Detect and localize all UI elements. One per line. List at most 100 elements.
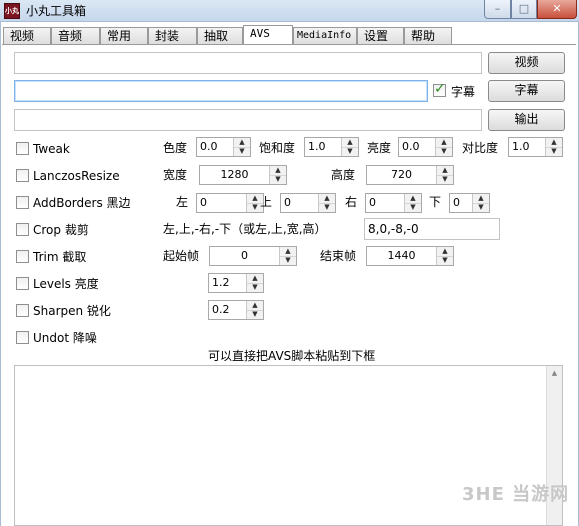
spin-down-icon[interactable]: ▼ — [319, 203, 335, 212]
tab-settings[interactable]: 设置 — [357, 27, 404, 44]
spin-down-icon[interactable]: ▼ — [247, 283, 263, 292]
spin-down-icon[interactable]: ▼ — [342, 147, 358, 156]
output-path-input[interactable] — [14, 109, 482, 131]
scroll-up-icon[interactable]: ▲ — [547, 366, 562, 381]
tab-help[interactable]: 帮助 — [404, 27, 452, 44]
spin-down-icon[interactable]: ▼ — [546, 147, 562, 156]
tab-avs[interactable]: AVS — [243, 25, 293, 45]
spin-down-icon[interactable]: ▼ — [473, 203, 489, 212]
levels-spinner[interactable]: 1.2 ▲ ▼ — [208, 273, 264, 293]
lanczos-checkbox[interactable] — [16, 169, 29, 182]
trim-end-value: 1440 — [387, 249, 416, 262]
hue-spin-buttons: ▲ ▼ — [233, 138, 250, 156]
trim-start-value: 0 — [241, 249, 248, 262]
trim-start-label: 起始帧 — [163, 249, 200, 263]
sharpen-label: Sharpen 锐化 — [33, 304, 111, 318]
brightness-value: 0.0 — [402, 140, 420, 153]
video-path-input[interactable] — [14, 52, 482, 74]
saturation-spinner[interactable]: 1.0 ▲ ▼ — [304, 137, 359, 157]
brightness-spin-buttons: ▲ ▼ — [435, 138, 452, 156]
border-top-spinner[interactable]: 0 ▲ ▼ — [280, 193, 336, 213]
height-spin-buttons: ▲ ▼ — [436, 166, 453, 184]
levels-checkbox[interactable] — [16, 277, 29, 290]
tab-mux[interactable]: 封装 — [148, 27, 197, 44]
video-button[interactable]: 视频 — [488, 52, 565, 74]
output-button[interactable]: 输出 — [488, 109, 565, 131]
width-spin-buttons: ▲ ▼ — [269, 166, 286, 184]
tab-common[interactable]: 常用 — [100, 27, 148, 44]
sharpen-spin-buttons: ▲ ▼ — [246, 301, 263, 319]
border-right-spin-buttons: ▲ ▼ — [404, 194, 421, 212]
sharpen-spinner[interactable]: 0.2 ▲ ▼ — [208, 300, 264, 320]
crop-input[interactable]: 8,0,-8,-0 — [364, 218, 500, 240]
crop-label: Crop 裁剪 — [33, 223, 89, 237]
sharpen-checkbox[interactable] — [16, 304, 29, 317]
trim-checkbox[interactable] — [16, 250, 29, 263]
checkmark-icon: ✓ — [434, 81, 446, 97]
trim-end-spin-buttons: ▲ ▼ — [436, 247, 453, 265]
brightness-spinner[interactable]: 0.0 ▲ ▼ — [398, 137, 453, 157]
trim-end-spinner[interactable]: 1440 ▲ ▼ — [366, 246, 454, 266]
tweak-checkbox[interactable] — [16, 142, 29, 155]
tab-mediainfo[interactable]: MediaInfo — [293, 27, 357, 44]
spin-down-icon[interactable]: ▼ — [405, 203, 421, 212]
undot-checkbox[interactable] — [16, 331, 29, 344]
crop-hint: 左,上,-右,-下（或左,上,宽,高） — [163, 222, 327, 236]
spin-down-icon[interactable]: ▼ — [270, 175, 286, 184]
sharpen-value: 0.2 — [212, 303, 230, 316]
border-bottom-value: 0 — [453, 196, 460, 209]
spin-down-icon[interactable]: ▼ — [234, 147, 250, 156]
width-value: 1280 — [220, 168, 249, 181]
tab-extract[interactable]: 抽取 — [197, 27, 243, 44]
subtitle-button[interactable]: 字幕 — [488, 80, 565, 102]
hue-value: 0.0 — [200, 140, 218, 153]
saturation-label: 饱和度 — [259, 141, 296, 155]
window-title: 小丸工具箱 — [26, 4, 87, 18]
addborders-checkbox[interactable] — [16, 196, 29, 209]
watermark: 3HE 当游网 — [462, 484, 570, 505]
width-spinner[interactable]: 1280 ▲ ▼ — [199, 165, 287, 185]
border-left-spinner[interactable]: 0 ▲ ▼ — [196, 193, 264, 213]
border-top-value: 0 — [284, 196, 291, 209]
subtitle-checkbox[interactable]: ✓ — [433, 81, 447, 98]
spin-down-icon[interactable]: ▼ — [437, 256, 453, 265]
trim-label: Trim 截取 — [33, 250, 87, 264]
border-left-value: 0 — [200, 196, 207, 209]
saturation-value: 1.0 — [308, 140, 326, 153]
maximize-button[interactable]: □ — [511, 0, 537, 19]
spin-down-icon[interactable]: ▼ — [247, 310, 263, 319]
tab-video[interactable]: 视频 — [3, 27, 51, 44]
trim-start-spinner[interactable]: 0 ▲ ▼ — [209, 246, 297, 266]
spin-down-icon[interactable]: ▼ — [437, 175, 453, 184]
border-left-label: 左 — [176, 195, 189, 209]
spin-down-icon[interactable]: ▼ — [436, 147, 452, 156]
tab-divider — [2, 44, 576, 45]
subtitle-path-input[interactable] — [14, 80, 428, 102]
levels-value: 1.2 — [212, 276, 230, 289]
border-bottom-spin-buttons: ▲ ▼ — [472, 194, 489, 212]
border-bottom-spinner[interactable]: 0 ▲ ▼ — [449, 193, 490, 213]
trim-start-spin-buttons: ▲ ▼ — [279, 247, 296, 265]
script-hint: 可以直接把AVS脚本粘贴到下框 — [208, 349, 376, 363]
width-label: 宽度 — [163, 168, 188, 182]
contrast-spinner[interactable]: 1.0 ▲ ▼ — [508, 137, 563, 157]
app-icon: 小丸 — [4, 3, 20, 19]
hue-label: 色度 — [163, 141, 188, 155]
height-spinner[interactable]: 720 ▲ ▼ — [366, 165, 454, 185]
crop-checkbox[interactable] — [16, 223, 29, 236]
spin-down-icon[interactable]: ▼ — [280, 256, 296, 265]
contrast-value: 1.0 — [512, 140, 530, 153]
lanczos-label: LanczosResize — [33, 169, 120, 183]
undot-label: Undot 降噪 — [33, 331, 97, 345]
close-button[interactable]: ✕ — [537, 0, 577, 19]
levels-spin-buttons: ▲ ▼ — [246, 274, 263, 292]
brightness-label: 亮度 — [367, 141, 392, 155]
hue-spinner[interactable]: 0.0 ▲ ▼ — [196, 137, 251, 157]
addborders-label: AddBorders 黑边 — [33, 196, 131, 210]
trim-end-label: 结束帧 — [320, 249, 357, 263]
saturation-spin-buttons: ▲ ▼ — [341, 138, 358, 156]
border-right-label: 右 — [345, 195, 358, 209]
tab-audio[interactable]: 音频 — [51, 27, 100, 44]
minimize-button[interactable]: – — [484, 0, 511, 19]
border-right-spinner[interactable]: 0 ▲ ▼ — [365, 193, 422, 213]
